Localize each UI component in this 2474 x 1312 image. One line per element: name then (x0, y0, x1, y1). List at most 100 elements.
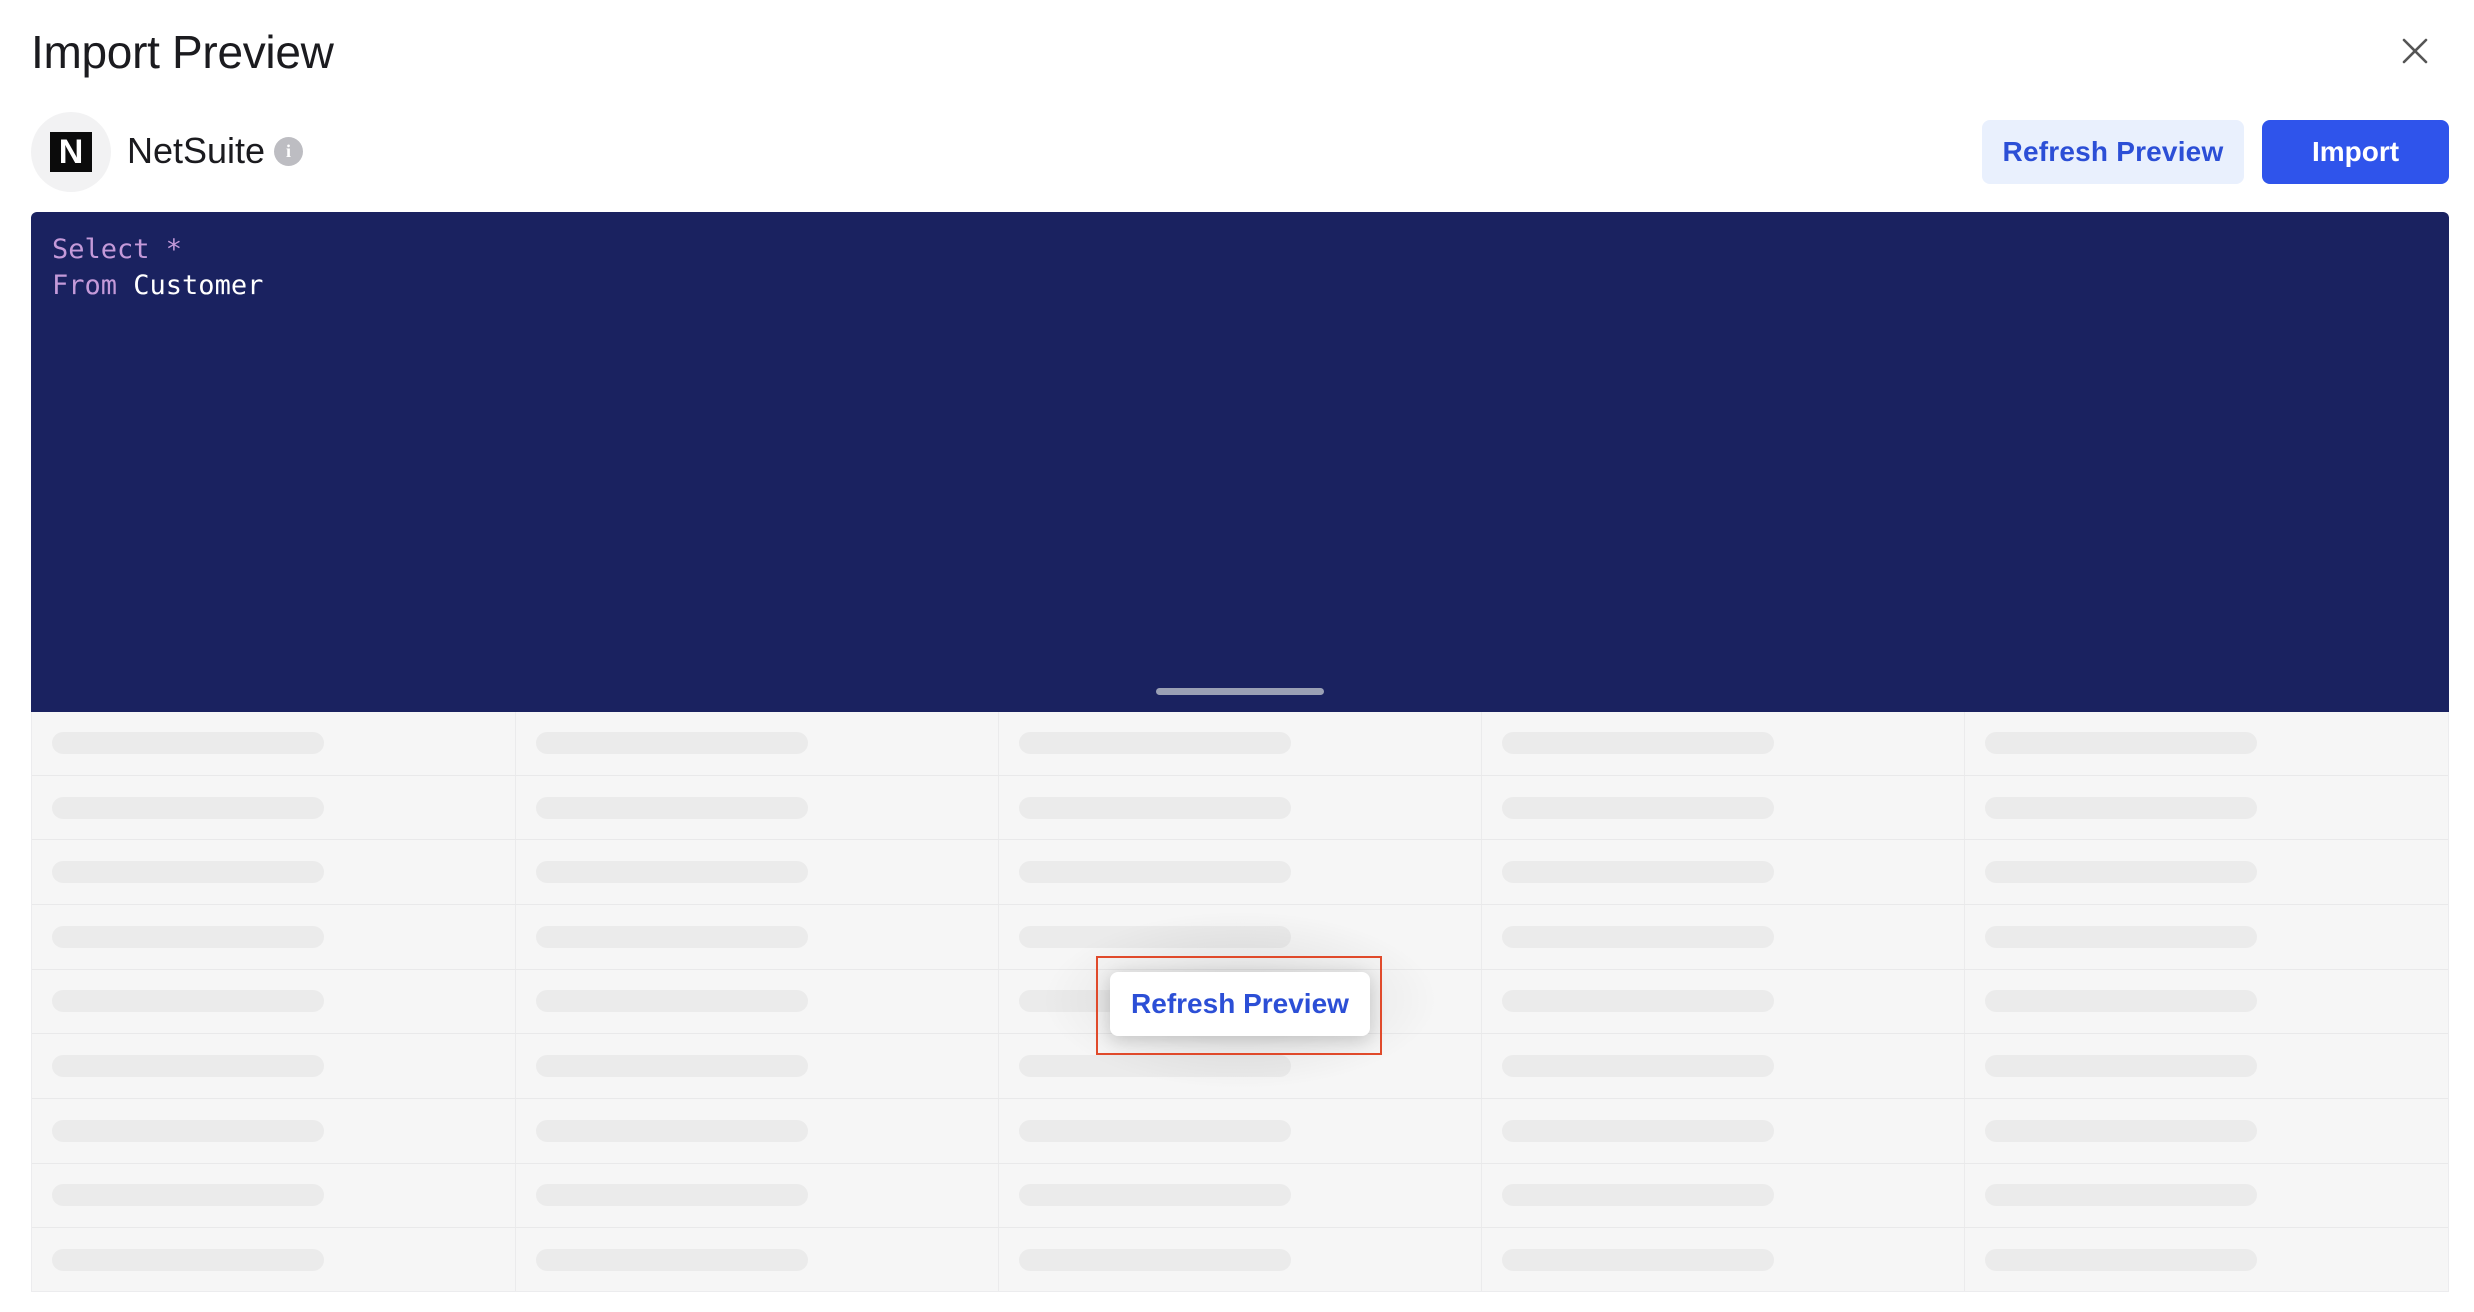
loading-placeholder (535, 732, 808, 755)
table-row (32, 904, 2448, 970)
table-cell (1481, 775, 1966, 841)
table-cell (32, 775, 516, 841)
table-row (32, 1033, 2448, 1099)
table-cell (1481, 904, 1966, 970)
table-cell (1481, 712, 1966, 776)
import-button[interactable]: Import (2262, 120, 2449, 184)
loading-placeholder (52, 796, 324, 819)
loading-placeholder (52, 1184, 324, 1207)
source-logo: N (31, 112, 111, 192)
table-row (32, 712, 2448, 776)
loading-placeholder (1985, 1184, 2258, 1207)
loading-placeholder (52, 861, 324, 884)
loading-placeholder (1018, 1055, 1291, 1078)
table-cell (998, 1163, 1483, 1229)
loading-placeholder (1985, 861, 2258, 884)
loading-placeholder (535, 1055, 808, 1078)
table-cell (32, 839, 516, 906)
table-cell (1964, 1098, 2448, 1164)
table-cell (515, 1163, 999, 1229)
table-cell (998, 775, 1483, 841)
loading-placeholder (52, 1119, 324, 1142)
table-cell (1965, 1228, 2448, 1291)
loading-placeholder (535, 1119, 808, 1142)
table-cell (32, 712, 516, 776)
info-icon[interactable]: i (274, 137, 303, 166)
sql-text: Customer (117, 270, 264, 301)
loading-placeholder (1018, 861, 1291, 884)
table-cell (1964, 712, 2448, 776)
sql-keyword: Select (52, 234, 150, 265)
table-cell (1481, 1098, 1966, 1164)
query-line: From Customer (52, 268, 2428, 304)
table-row (32, 1098, 2448, 1164)
table-cell (1481, 969, 1966, 1035)
loading-placeholder (1502, 796, 1775, 819)
sql-keyword: From (52, 270, 118, 301)
loading-placeholder (535, 796, 808, 819)
loading-placeholder (1502, 990, 1775, 1013)
refresh-preview-overlay-button[interactable]: Refresh Preview (1110, 972, 1370, 1036)
loading-placeholder (1502, 1248, 1775, 1271)
table-cell (32, 969, 516, 1035)
loading-placeholder (1985, 1119, 2258, 1142)
source-name: NetSuite (127, 130, 266, 171)
table-cell (1964, 1033, 2448, 1099)
table-row (32, 839, 2448, 906)
table-cell (998, 904, 1483, 970)
table-cell (998, 712, 1483, 776)
loading-placeholder (1502, 925, 1775, 948)
table-cell (998, 1227, 1483, 1291)
loading-placeholder (535, 1248, 808, 1271)
loading-placeholder (52, 732, 324, 755)
table-row (32, 1227, 2448, 1291)
table-cell (32, 1098, 516, 1164)
loading-placeholder (1985, 1248, 2258, 1271)
query-line: Select * (52, 232, 2428, 268)
table-row (32, 1163, 2448, 1229)
loading-placeholder (1018, 1248, 1291, 1271)
refresh-preview-button[interactable]: Refresh Preview (1982, 120, 2244, 184)
table-cell (998, 1033, 1483, 1099)
table-cell (515, 1033, 999, 1099)
loading-placeholder (52, 990, 324, 1013)
query-editor[interactable]: Select * From Customer (31, 212, 2449, 712)
loading-placeholder (1018, 1184, 1291, 1207)
table-cell (515, 1098, 999, 1164)
table-cell (1481, 1033, 1966, 1099)
loading-placeholder (1502, 1055, 1775, 1078)
table-cell (32, 904, 516, 970)
table-cell (1481, 1227, 1966, 1291)
loading-placeholder (1502, 732, 1775, 755)
loading-placeholder (52, 1248, 324, 1271)
table-cell (1964, 904, 2448, 970)
table-cell (515, 1227, 999, 1291)
loading-placeholder (1502, 861, 1775, 884)
loading-placeholder (1985, 796, 2258, 819)
table-cell (515, 969, 999, 1035)
table-cell (1481, 1163, 1966, 1229)
loading-placeholder (535, 990, 808, 1013)
table-cell (515, 712, 999, 776)
loading-placeholder (535, 1184, 808, 1207)
netsuite-logo-icon: N (50, 132, 92, 172)
loading-placeholder (1985, 732, 2258, 755)
table-cell (515, 904, 999, 970)
table-cell (1964, 1163, 2448, 1229)
table-cell (1964, 839, 2448, 906)
loading-placeholder (535, 861, 808, 884)
close-button[interactable] (2394, 30, 2436, 72)
dialog-title: Import Preview (31, 26, 334, 78)
loading-placeholder (1985, 1055, 2258, 1078)
table-cell (32, 1033, 516, 1099)
loading-placeholder (1985, 925, 2258, 948)
resize-handle[interactable] (1156, 688, 1324, 695)
table-cell (1964, 775, 2448, 841)
loading-placeholder (1018, 732, 1291, 755)
table-cell (515, 775, 999, 841)
loading-placeholder (1018, 925, 1291, 948)
table-cell (1964, 969, 2448, 1035)
close-icon (2402, 38, 2428, 64)
loading-placeholder (1502, 1119, 1775, 1142)
table-cell (515, 839, 999, 906)
